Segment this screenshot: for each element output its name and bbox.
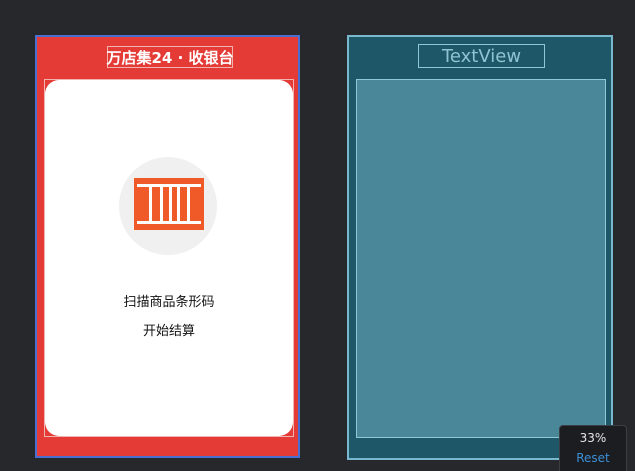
zoom-level: 33% xyxy=(579,431,607,445)
zoom-reset-link[interactable]: Reset xyxy=(560,451,626,465)
scan-card[interactable]: 扫描商品条形码 开始结算 xyxy=(45,80,293,436)
design-preview[interactable]: 万店集24 · 收银台 扫描商品条形码 开始结算 xyxy=(35,35,300,458)
blueprint-textview[interactable]: TextView xyxy=(418,44,545,68)
barcode-icon xyxy=(134,178,204,230)
scan-hint: 扫描商品条形码 xyxy=(123,295,215,310)
blueprint-view[interactable]: TextView xyxy=(347,35,613,460)
page-title[interactable]: 万店集24 · 收银台 xyxy=(106,46,234,68)
scan-button[interactable] xyxy=(119,157,217,255)
zoom-control: 33% Reset xyxy=(559,425,627,471)
scan-subhint: 开始结算 xyxy=(142,324,195,339)
blueprint-card[interactable] xyxy=(356,79,606,438)
